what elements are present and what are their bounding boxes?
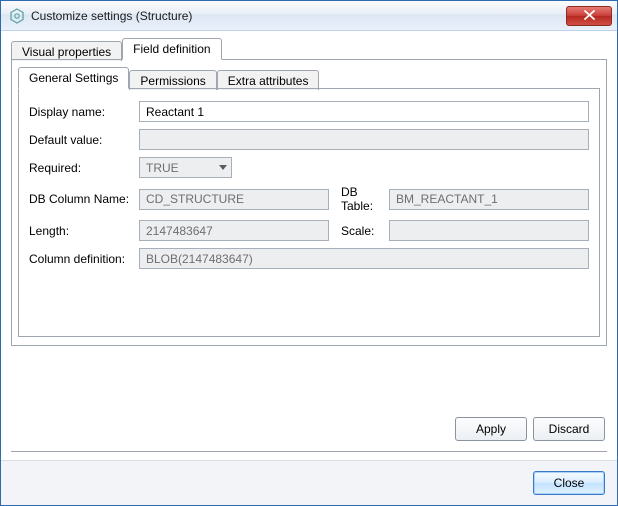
- label-scale: Scale:: [329, 224, 389, 238]
- row-required: Required: TRUE: [29, 157, 589, 178]
- title-bar: Customize settings (Structure): [1, 1, 617, 31]
- label-display-name: Display name:: [29, 105, 139, 119]
- app-icon: [9, 8, 25, 24]
- inner-tabstrip: General Settings Permissions Extra attri…: [18, 66, 600, 89]
- input-default-value: [139, 129, 589, 150]
- window-title: Customize settings (Structure): [31, 9, 566, 23]
- outer-tabpanel: General Settings Permissions Extra attri…: [11, 60, 607, 346]
- inner-tabpanel: Display name: Default value: Required: T…: [18, 89, 600, 337]
- dialog-window: Customize settings (Structure) Visual pr…: [0, 0, 618, 506]
- window-close-button[interactable]: [566, 6, 612, 26]
- input-column-definition: [139, 248, 589, 269]
- input-db-column: [139, 189, 329, 210]
- label-default-value: Default value:: [29, 133, 139, 147]
- input-length: [139, 220, 329, 241]
- dialog-footer: Close: [1, 460, 617, 505]
- tab-permissions[interactable]: Permissions: [129, 70, 216, 90]
- tab-general-settings[interactable]: General Settings: [18, 67, 129, 89]
- input-scale: [389, 220, 589, 241]
- label-db-column: DB Column Name:: [29, 192, 139, 206]
- spacer: [11, 346, 607, 407]
- input-display-name[interactable]: [139, 101, 589, 122]
- row-length-scale: Length: Scale:: [29, 220, 589, 241]
- dialog-content: Visual properties Field definition Gener…: [1, 31, 617, 460]
- input-db-table: [389, 189, 589, 210]
- tab-field-definition[interactable]: Field definition: [122, 38, 221, 60]
- tab-visual-properties[interactable]: Visual properties: [11, 41, 122, 61]
- outer-tabstrip: Visual properties Field definition: [11, 37, 607, 60]
- select-required-value: TRUE: [146, 161, 179, 175]
- select-required: TRUE: [139, 157, 232, 178]
- apply-button[interactable]: Apply: [455, 417, 527, 441]
- label-length: Length:: [29, 224, 139, 238]
- close-button[interactable]: Close: [533, 471, 605, 495]
- close-icon: [584, 9, 595, 23]
- row-db-column: DB Column Name: DB Table:: [29, 185, 589, 213]
- label-db-table: DB Table:: [329, 185, 389, 213]
- chevron-down-icon: [219, 165, 227, 170]
- row-display-name: Display name:: [29, 101, 589, 122]
- label-required: Required:: [29, 161, 139, 175]
- row-default-value: Default value:: [29, 129, 589, 150]
- tab-extra-attributes[interactable]: Extra attributes: [217, 70, 320, 90]
- label-column-definition: Column definition:: [29, 252, 139, 266]
- action-panel: Apply Discard: [11, 407, 607, 452]
- discard-button[interactable]: Discard: [533, 417, 605, 441]
- row-column-definition: Column definition:: [29, 248, 589, 269]
